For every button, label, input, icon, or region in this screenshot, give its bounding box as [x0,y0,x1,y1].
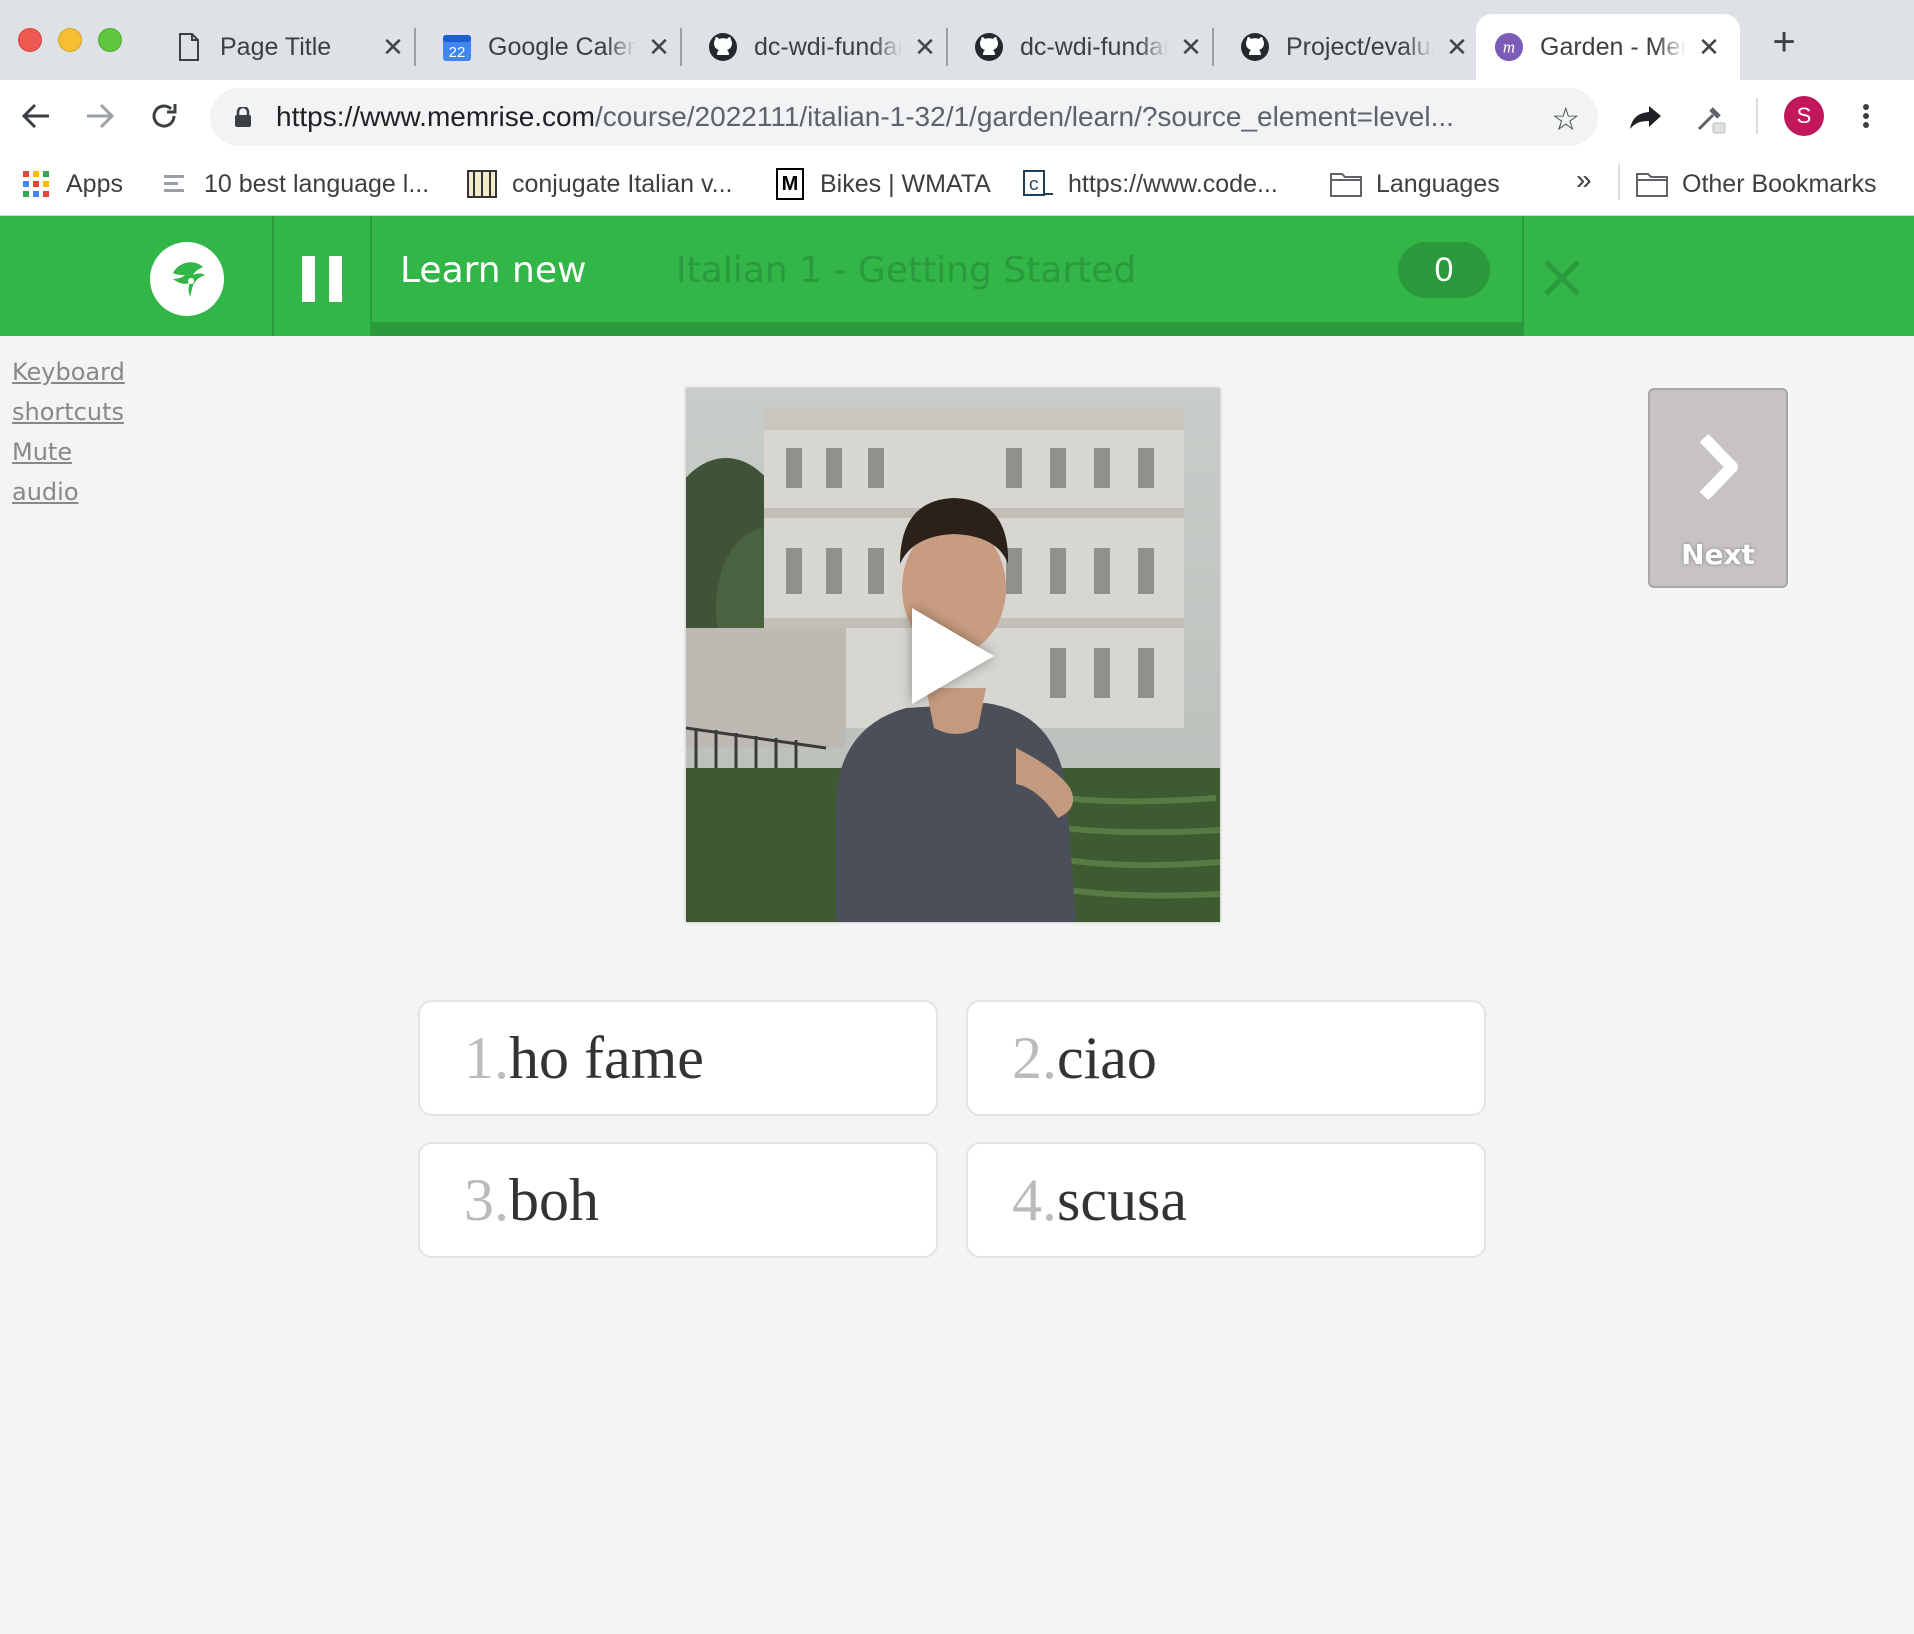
apps-grid-icon [20,168,52,200]
bookmark-bikes-wmata[interactable]: M Bikes | WMATA [774,164,991,204]
bookmark-apps[interactable]: Apps [20,164,123,204]
tab-strip: Page Title ✕ 22 Google Calendar ✕ dc-wdi… [0,0,1914,80]
answer-choice-1[interactable]: 1. ho fame [418,1000,938,1116]
tab-title: Project/evaluation [1286,32,1434,61]
pause-icon[interactable] [302,256,342,302]
lock-icon [234,105,252,127]
window-maximize-button[interactable] [98,28,122,52]
bookmarks-bar: Apps 10 best language l... conjugate Ita… [0,154,1914,216]
forward-arrow-icon[interactable] [80,96,120,136]
answer-choice-3[interactable]: 3. boh [418,1142,938,1258]
tab-close-icon[interactable]: ✕ [646,32,672,62]
window-minimize-button[interactable] [58,28,82,52]
session-mode-label: Learn new [400,250,587,291]
back-arrow-icon[interactable] [16,96,56,136]
github-icon [1240,32,1270,62]
session-progress-bar [372,322,1522,336]
tab-github-3[interactable]: Project/evaluation ✕ [1222,14,1488,80]
choice-number: 1. [464,1024,509,1091]
tab-title: Garden - Memrise [1540,32,1686,61]
tab-title: dc-wdi-fundamentals [1020,32,1168,61]
bookmark-folder-languages[interactable]: Languages [1330,164,1500,204]
tab-close-icon[interactable]: ✕ [1696,32,1722,62]
list-icon [158,168,190,200]
codecademy-icon: c [1022,168,1054,200]
reload-icon[interactable] [144,96,184,136]
play-icon[interactable] [912,608,994,704]
tab-github-1[interactable]: dc-wdi-fundamentals ✕ [690,14,956,80]
share-arrow-icon[interactable] [1626,98,1666,138]
answer-choice-2[interactable]: 2. ciao [966,1000,1486,1116]
tab-page-title[interactable]: Page Title ✕ [156,14,424,80]
bookmark-conjugate-italian[interactable]: conjugate Italian v... [466,164,733,204]
svg-text:c: c [1029,176,1040,196]
tab-title: Page Title [220,32,332,61]
mute-audio-link[interactable]: Mute [12,438,72,466]
browser-menu-icon[interactable] [1856,96,1876,136]
bookmark-other-bookmarks[interactable]: Other Bookmarks [1636,164,1877,204]
github-icon [708,32,738,62]
tab-title: dc-wdi-fundamentals [754,32,902,61]
window-close-button[interactable] [18,28,42,52]
mute-audio-link[interactable]: audio [12,478,79,506]
choice-text: ho fame [509,1024,704,1091]
choice-text: scusa [1057,1166,1187,1233]
tab-close-icon[interactable]: ✕ [1178,32,1204,62]
keyboard-shortcuts-link[interactable]: Keyboard [12,358,125,386]
browser-toolbar: https://www.memrise.com/course/2022111/i… [0,80,1914,154]
keyboard-shortcuts-link[interactable]: shortcuts [12,398,124,426]
svg-text:22: 22 [449,44,466,61]
svg-text:m: m [1503,38,1515,57]
next-button[interactable]: Next [1648,388,1788,588]
metro-icon: M [774,168,806,200]
score-badge: 0 [1398,242,1490,298]
choice-number: 4. [1012,1166,1057,1233]
memrise-icon: m [1494,32,1524,62]
tab-google-calendar[interactable]: 22 Google Calendar ✕ [424,14,690,80]
tab-memrise-active[interactable]: m Garden - Memrise ✕ [1476,14,1740,80]
page-icon [174,32,204,62]
bookmark-codecademy[interactable]: c https://www.code... [1022,164,1278,204]
folder-icon [1330,168,1362,200]
url-text: https://www.memrise.com/course/2022111/i… [276,101,1454,132]
bookmarks-overflow-icon[interactable]: » [1576,164,1592,196]
tab-close-icon[interactable]: ✕ [1444,32,1470,62]
calendar-icon: 22 [442,32,472,62]
book-icon [466,168,498,200]
choice-number: 2. [1012,1024,1057,1091]
course-title: Italian 1 - Getting Started [676,250,1137,291]
bookmark-10-best-language[interactable]: 10 best language l... [158,164,429,204]
chevron-right-icon [1696,432,1740,502]
folder-icon [1636,168,1668,200]
choice-text: ciao [1057,1024,1157,1091]
profile-avatar[interactable]: S [1784,96,1824,136]
answer-choice-4[interactable]: 4. scusa [966,1142,1486,1258]
close-session-icon[interactable] [1540,256,1584,300]
bookmark-star-icon[interactable]: ☆ [1551,100,1580,138]
memrise-logo-icon[interactable] [150,242,224,316]
address-bar[interactable]: https://www.memrise.com/course/2022111/i… [210,88,1598,146]
tab-close-icon[interactable]: ✕ [380,32,406,62]
session-header: Learn new Italian 1 - Getting Started 0 [0,216,1914,336]
tab-close-icon[interactable]: ✕ [912,32,938,62]
github-icon [974,32,1004,62]
choice-number: 3. [464,1166,509,1233]
new-tab-icon[interactable]: + [1764,22,1804,62]
tab-github-2[interactable]: dc-wdi-fundamentals ✕ [956,14,1222,80]
eyedropper-extension-icon[interactable] [1690,98,1730,138]
next-button-label: Next [1681,538,1755,571]
tab-title: Google Calendar [488,32,636,61]
svg-text:M: M [782,173,799,195]
choice-text: boh [509,1166,599,1233]
